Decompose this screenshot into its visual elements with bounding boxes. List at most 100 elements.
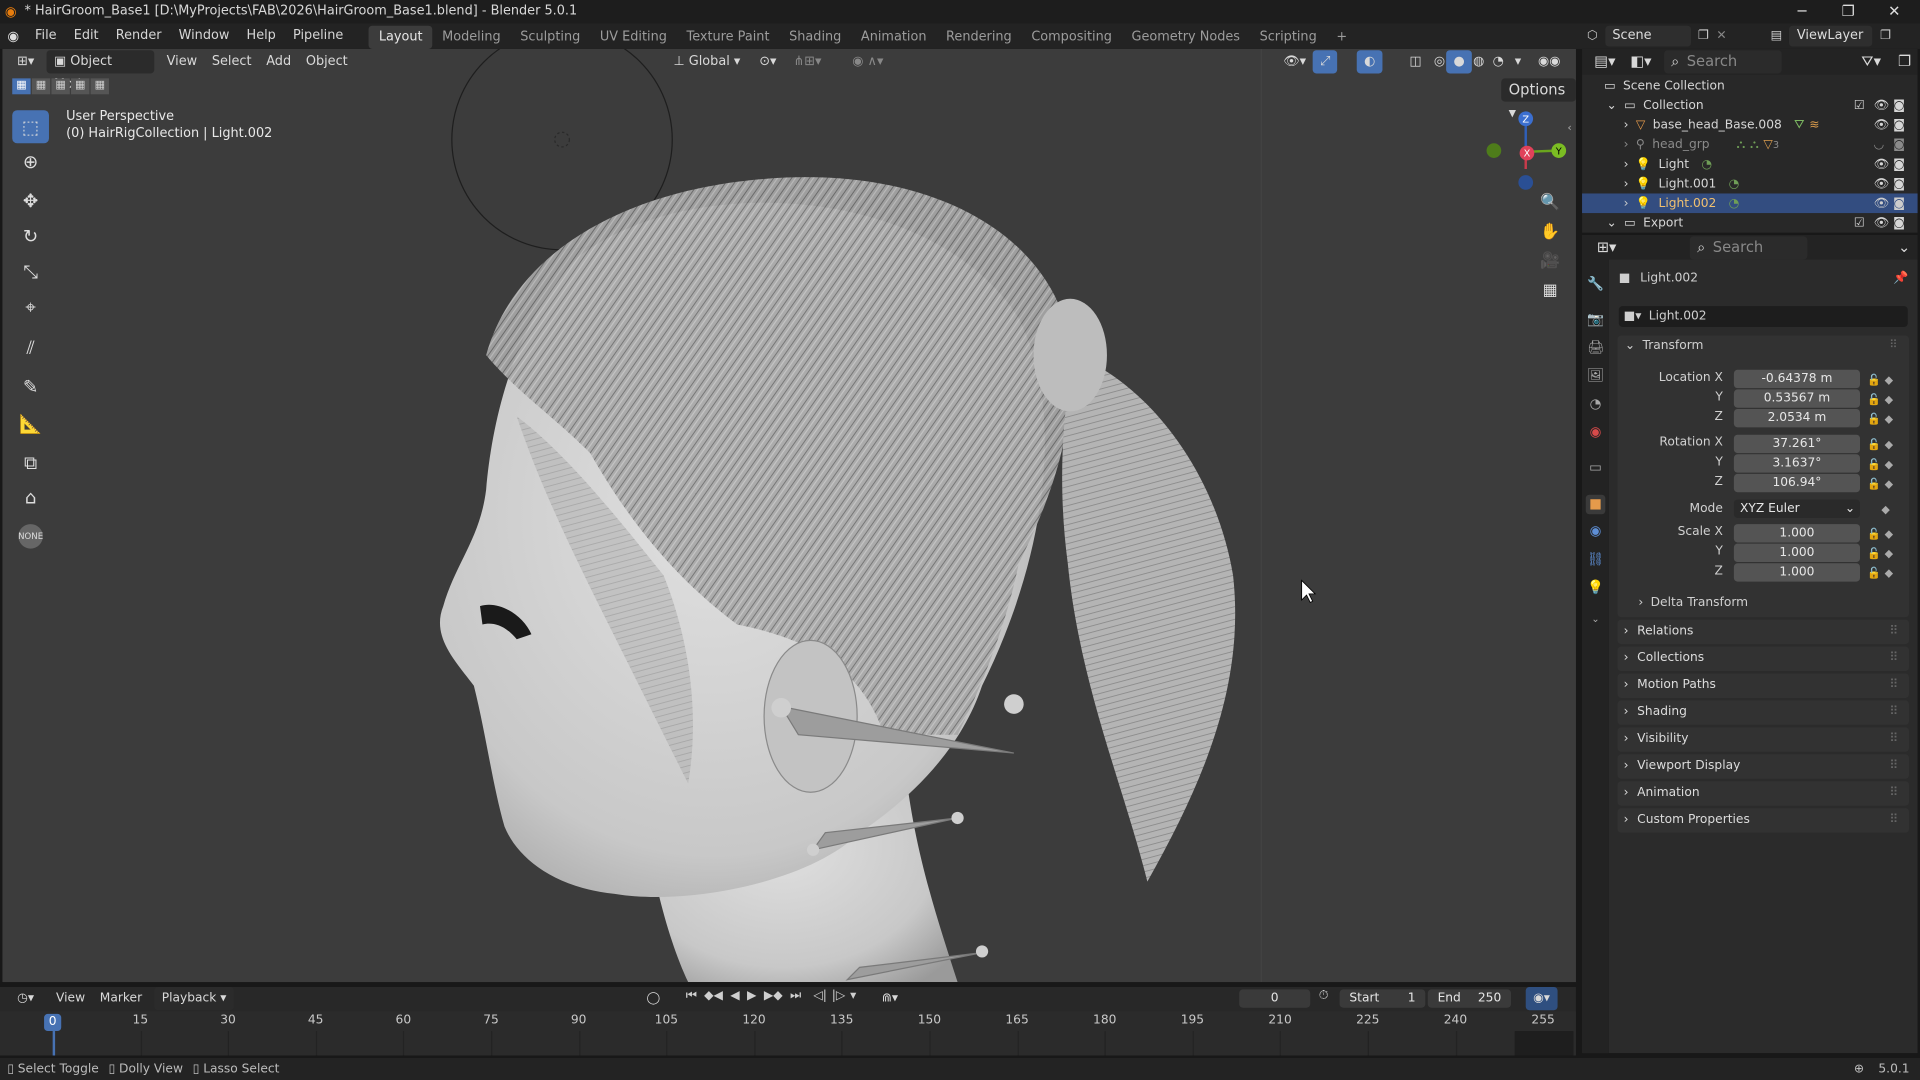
- menu-help[interactable]: Help: [238, 23, 284, 49]
- play-icon[interactable]: ▶: [747, 989, 756, 1002]
- drag-handle-icon[interactable]: ⠿: [1889, 808, 1898, 832]
- collections-panel[interactable]: › Collections ⠿: [1617, 646, 1909, 672]
- render-engine-icon[interactable]: ◉◉: [1531, 50, 1568, 73]
- tab-layout[interactable]: Layout: [369, 25, 433, 49]
- drag-handle-icon[interactable]: ⠿: [1889, 620, 1898, 644]
- drag-handle-icon[interactable]: ⠿: [1889, 647, 1898, 671]
- menu-object[interactable]: Object: [298, 50, 355, 73]
- add-cube-tool-icon[interactable]: ⧉: [12, 446, 49, 479]
- prev-keyframe-icon[interactable]: ◆◀: [704, 989, 723, 1002]
- expand-chevron-icon[interactable]: ⌄: [1607, 216, 1617, 229]
- annotate-tool-icon[interactable]: ✎: [12, 370, 49, 403]
- viewlayer-name-field[interactable]: ViewLayer: [1789, 25, 1873, 47]
- menu-pipeline[interactable]: Pipeline: [284, 23, 351, 49]
- menu-file[interactable]: File: [26, 23, 65, 49]
- expand-chevron-icon[interactable]: ›: [1624, 157, 1629, 170]
- close-icon[interactable]: ✕: [1888, 2, 1900, 19]
- outliner-row-head-grp[interactable]: › ⚲ head_grp ⛬ ⛬ ▽ 3 ◡ ◙: [1582, 135, 1918, 155]
- pivot-icon[interactable]: ⊙▾: [752, 50, 784, 73]
- blender-menu-icon[interactable]: ◉: [0, 28, 26, 44]
- select-subtract-icon[interactable]: ▦: [51, 78, 70, 95]
- tab-geometry-nodes[interactable]: Geometry Nodes: [1122, 25, 1250, 48]
- scene-tab-icon[interactable]: ◔: [1586, 394, 1606, 414]
- expand-chevron-icon[interactable]: ⌄: [1607, 99, 1617, 112]
- delta-transform-subpanel[interactable]: › Delta Transform: [1638, 596, 1748, 609]
- tab-uv-editing[interactable]: UV Editing: [590, 25, 677, 48]
- filter-icon[interactable]: ⛛▾: [1854, 50, 1888, 73]
- outliner-editor-type-icon[interactable]: ▤▾: [1587, 50, 1623, 73]
- tab-compositing[interactable]: Compositing: [1022, 25, 1122, 48]
- lock-icon[interactable]: 🔓 ◆: [1867, 564, 1893, 584]
- select-intersect-icon[interactable]: ▦: [90, 78, 109, 95]
- location-y-field[interactable]: 0.53567 m: [1733, 389, 1861, 408]
- eye-icon[interactable]: 👁: [1873, 177, 1889, 190]
- properties-editor-type-icon[interactable]: ⊞▾: [1589, 236, 1623, 259]
- lock-icon[interactable]: 🔓 ◆: [1867, 475, 1893, 495]
- timeline-menu-marker[interactable]: Marker: [92, 987, 149, 1010]
- menu-add[interactable]: Add: [259, 50, 299, 73]
- hair-tool-icon[interactable]: ⫽: [12, 331, 49, 364]
- next-marker-icon[interactable]: |▷: [832, 989, 846, 1002]
- 3d-viewport[interactable]: ⊞▾ ▣ Object Mode ▾ View Select Add Objec…: [2, 48, 1576, 983]
- custom-properties-panel[interactable]: › Custom Properties ⠿: [1617, 808, 1909, 833]
- snap-icon[interactable]: ⋔⊞▾: [786, 50, 829, 73]
- tab-sculpting[interactable]: Sculpting: [510, 25, 590, 48]
- world-tab-icon[interactable]: ◉: [1586, 422, 1606, 442]
- maximize-icon[interactable]: ❐: [1842, 2, 1855, 19]
- preview-range-icon[interactable]: ⏱: [1319, 989, 1329, 1002]
- menu-window[interactable]: Window: [170, 23, 238, 49]
- transform-tool-icon[interactable]: ⌖: [12, 290, 49, 323]
- outliner-row-light-002[interactable]: › 💡 Light.002 ◔ 👁 ◙: [1582, 193, 1918, 214]
- timeline-editor[interactable]: ◷▾ View Marker Playback ▾ ◯ ⏮ ◆◀ ◀ ▶ ▶◆ …: [0, 986, 1576, 1056]
- display-mode-icon[interactable]: ◧▾: [1623, 50, 1659, 73]
- scene-name-field[interactable]: Scene: [1604, 25, 1691, 47]
- rotation-x-field[interactable]: 37.261°: [1733, 434, 1861, 454]
- hidden-eye-icon[interactable]: ◡: [1873, 138, 1884, 151]
- lock-icon[interactable]: 🔓 ◆: [1867, 391, 1893, 411]
- transform-header[interactable]: ⌄ Transform: [1625, 339, 1704, 352]
- eye-icon[interactable]: 👁: [1873, 157, 1889, 170]
- menu-select[interactable]: Select: [204, 50, 258, 73]
- expand-chevron-icon[interactable]: ›: [1624, 138, 1629, 151]
- tabs-more-icon[interactable]: ⌄: [1586, 610, 1606, 630]
- drag-handle-icon[interactable]: ⠿: [1889, 673, 1898, 697]
- camera-icon[interactable]: ◙: [1893, 177, 1905, 190]
- shading-panel[interactable]: › Shading ⠿: [1617, 700, 1909, 725]
- zoom-icon[interactable]: 🔍: [1536, 193, 1565, 222]
- expand-chevron-icon[interactable]: ›: [1624, 118, 1629, 131]
- drag-handle-icon[interactable]: ⠿: [1889, 339, 1897, 351]
- camera-icon[interactable]: ◙: [1893, 216, 1905, 229]
- camera-view-icon[interactable]: 🎥: [1536, 252, 1565, 281]
- measure-tool-icon[interactable]: 📐: [12, 407, 49, 440]
- exclude-checkbox-icon[interactable]: ☑: [1854, 99, 1865, 112]
- camera-icon[interactable]: ◙: [1893, 118, 1905, 131]
- eye-icon[interactable]: 👁: [1873, 118, 1889, 131]
- camera-icon[interactable]: ◙: [1893, 99, 1905, 112]
- lock-icon[interactable]: 🔓 ◆: [1867, 410, 1893, 430]
- outliner-row-scene-collection[interactable]: ▭ Scene Collection: [1582, 76, 1918, 96]
- visibility-icon[interactable]: 👁▾: [1276, 50, 1313, 73]
- eye-icon[interactable]: 👁: [1873, 216, 1889, 229]
- end-frame-field[interactable]: End 250: [1427, 989, 1512, 1008]
- pin-icon[interactable]: 📌: [1893, 272, 1908, 285]
- start-frame-field[interactable]: Start 1: [1339, 989, 1426, 1008]
- outliner-row-base-head[interactable]: › ▽ base_head_Base.008 ⛛ ≋ 👁 ◙: [1582, 115, 1918, 135]
- location-x-field[interactable]: -0.64378 m: [1733, 369, 1861, 389]
- frame-ruler[interactable]: 0 15 30 45 60 75 90 105 120 135 150 165 180 195 210 225…: [0, 1011, 1576, 1056]
- proportional-edit-icon[interactable]: ◉ ∧▾: [845, 50, 891, 73]
- drag-handle-icon[interactable]: ⠿: [1889, 754, 1898, 778]
- jump-start-icon[interactable]: ⏮: [686, 989, 697, 1002]
- eye-icon[interactable]: 👁: [1873, 99, 1889, 112]
- select-extend-icon[interactable]: ▦: [31, 78, 51, 95]
- gizmo-toggle-icon[interactable]: ⤢: [1312, 50, 1338, 74]
- light-data-tab-icon[interactable]: 💡: [1586, 578, 1606, 598]
- outliner-row-collection[interactable]: ⌄ ▭ Collection ☑ 👁 ◙: [1582, 96, 1918, 116]
- timeline-menu-view[interactable]: View: [49, 987, 93, 1010]
- play-reverse-icon[interactable]: ◀: [730, 989, 739, 1002]
- playback-dropdown[interactable]: Playback ▾: [154, 986, 234, 1011]
- jump-options-icon[interactable]: ▾: [850, 989, 856, 1002]
- scale-x-field[interactable]: 1.000: [1733, 524, 1861, 543]
- expand-chevron-icon[interactable]: ›: [1624, 177, 1629, 190]
- gizmo-neg-z[interactable]: [1518, 175, 1534, 190]
- animation-panel[interactable]: › Animation ⠿: [1617, 781, 1909, 806]
